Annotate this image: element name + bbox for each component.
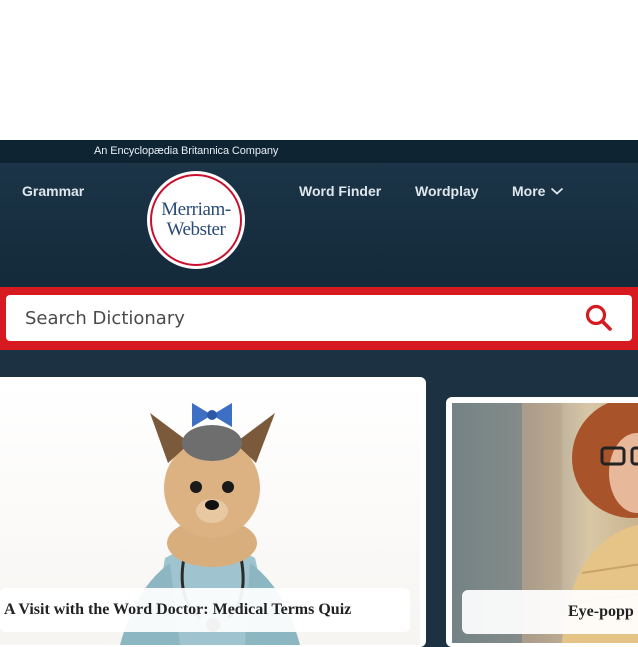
merriam-webster-logo[interactable]: Merriam- Webster [147, 171, 245, 269]
logo-text: Merriam- Webster [161, 200, 231, 240]
search-bar-container [0, 287, 638, 350]
top-bar: An Encyclopædia Britannica Company [0, 140, 638, 163]
logo-line-1: Merriam- [161, 199, 231, 220]
ad-space [0, 0, 638, 140]
nav-more-label: More [512, 183, 546, 199]
featured-cards: A Visit with the Word Doctor: Medical Te… [0, 350, 638, 647]
site-header: Grammar Merriam- Webster Word Finder Wor… [0, 163, 638, 287]
featured-card-eye-popping[interactable]: Eye-popp [446, 397, 638, 647]
nav-wordplay-link[interactable]: Wordplay [415, 183, 479, 199]
nav-more-menu[interactable]: More [512, 183, 564, 199]
card-caption[interactable]: Eye-popp [462, 590, 638, 634]
search-icon[interactable] [584, 303, 614, 333]
nav-word-finder-link[interactable]: Word Finder [299, 183, 381, 199]
search-input[interactable] [6, 295, 566, 341]
britannica-tagline: An Encyclopædia Britannica Company [94, 145, 279, 157]
featured-card-quiz[interactable]: A Visit with the Word Doctor: Medical Te… [0, 377, 426, 647]
card-caption[interactable]: A Visit with the Word Doctor: Medical Te… [0, 588, 410, 632]
nav-grammar-link[interactable]: Grammar [22, 183, 84, 199]
logo-line-2: Webster [166, 219, 226, 240]
chevron-down-icon [551, 187, 564, 195]
search-box [6, 295, 632, 341]
